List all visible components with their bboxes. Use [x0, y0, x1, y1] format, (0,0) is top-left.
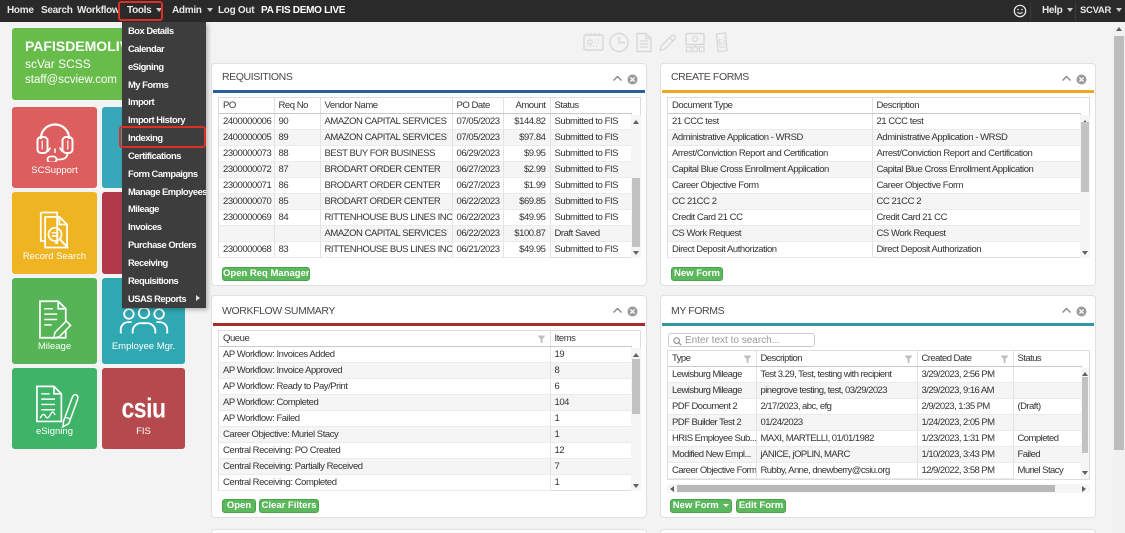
- svg-text:$: $: [718, 38, 723, 47]
